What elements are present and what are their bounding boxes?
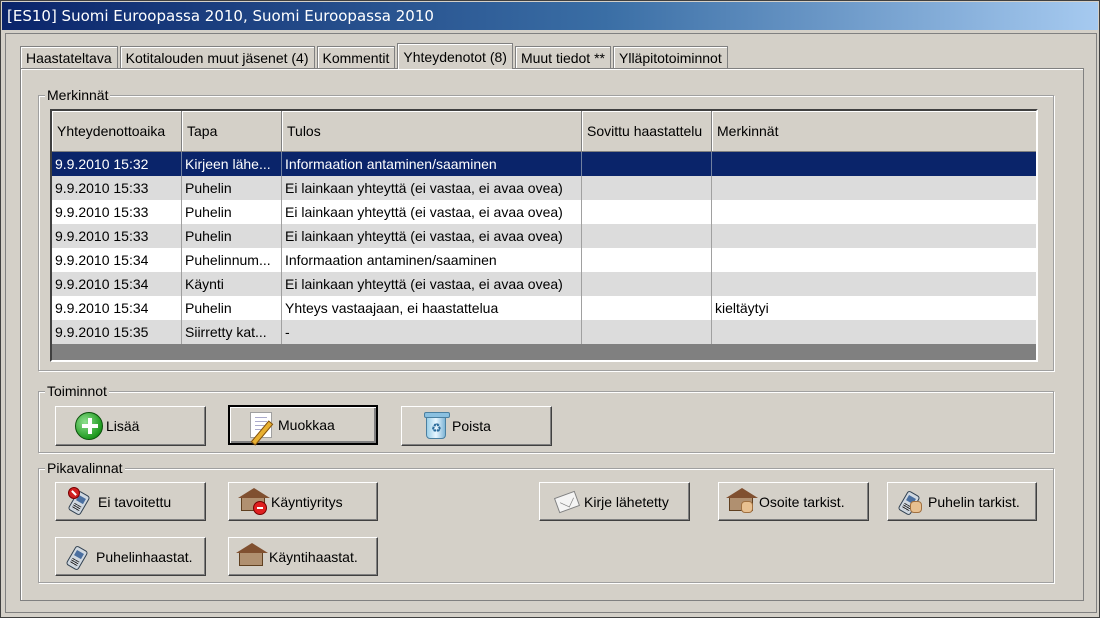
table-row[interactable]: 9.9.2010 15:35 Siirretty kat... - (52, 320, 1036, 344)
main-window: [ES10] Suomi Euroopassa 2010, Suomi Euro… (0, 0, 1100, 618)
cell-result: Ei lainkaan yhteyttä (ei vastaa, ei avaa… (282, 200, 582, 224)
table-row[interactable]: 9.9.2010 15:34 Puhelin Yhteys vastaajaan… (52, 296, 1036, 320)
puhelinhaastat-label: Puhelinhaastat. (96, 548, 193, 565)
cell-result: Ei lainkaan yhteyttä (ei vastaa, ei avaa… (282, 224, 582, 248)
column-header-sovittu-haastattelu[interactable]: Sovittu haastattelu (582, 111, 712, 151)
cell-appointment (582, 296, 712, 320)
cell-time: 9.9.2010 15:33 (52, 224, 182, 248)
cell-appointment (582, 224, 712, 248)
cell-result: Ei lainkaan yhteyttä (ei vastaa, ei avaa… (282, 272, 582, 296)
phone-icon (64, 542, 94, 572)
cell-notes (712, 224, 1036, 248)
cell-time: 9.9.2010 15:34 (52, 296, 182, 320)
column-header-tulos[interactable]: Tulos (282, 111, 582, 151)
delete-button-label: Poista (452, 418, 491, 434)
kayntiyritys-button[interactable]: Käyntiyritys (228, 482, 378, 521)
cell-method: Puhelin (182, 176, 282, 200)
tab-kommentit[interactable]: Kommentit (316, 46, 396, 69)
pikavalinnat-group-label: Pikavalinnat (45, 460, 125, 476)
cell-time: 9.9.2010 15:34 (52, 272, 182, 296)
cell-method: Käynti (182, 272, 282, 296)
puhelin-tarkist-label: Puhelin tarkist. (928, 493, 1020, 510)
kirje-lahetetty-label: Kirje lähetetty (584, 493, 669, 510)
cell-time: 9.9.2010 15:32 (52, 152, 182, 176)
cell-notes (712, 248, 1036, 272)
table-row[interactable]: 9.9.2010 15:33 Puhelin Ei lainkaan yhtey… (52, 224, 1036, 248)
add-icon (74, 411, 104, 441)
osoite-tarkist-button[interactable]: Osoite tarkist. (718, 482, 869, 521)
add-button[interactable]: Lisää (55, 406, 206, 446)
puhelinhaastat-button[interactable]: Puhelinhaastat. (55, 537, 206, 576)
cell-appointment (582, 200, 712, 224)
house-icon (236, 542, 268, 572)
osoite-tarkist-label: Osoite tarkist. (759, 493, 845, 510)
kayntiyritys-label: Käyntiyritys (271, 493, 343, 510)
cell-appointment (582, 176, 712, 200)
cell-notes (712, 272, 1036, 296)
toiminnot-group-label: Toiminnot (45, 383, 109, 399)
cell-result: Yhteys vastaajaan, ei haastattelua (282, 296, 582, 320)
table-row[interactable]: 9.9.2010 15:34 Käynti Ei lainkaan yhteyt… (52, 272, 1036, 296)
merkinnat-group-label: Merkinnät (45, 87, 111, 103)
ei-tavoitettu-label: Ei tavoitettu (98, 493, 172, 510)
contacts-grid[interactable]: Yhteydenottoaika Tapa Tulos Sovittu haas… (50, 109, 1038, 362)
cell-notes (712, 320, 1036, 344)
table-row[interactable]: 9.9.2010 15:32 Kirjeen lähe... Informaat… (52, 152, 1036, 176)
envelope-icon (552, 487, 582, 517)
phone-unreachable-icon (66, 486, 96, 517)
cell-time: 9.9.2010 15:34 (52, 248, 182, 272)
ei-tavoitettu-button[interactable]: Ei tavoitettu (55, 482, 206, 521)
house-attempt-icon (238, 487, 270, 517)
table-row[interactable]: 9.9.2010 15:33 Puhelin Ei lainkaan yhtey… (52, 176, 1036, 200)
cell-method: Puhelin (182, 224, 282, 248)
cell-notes (712, 200, 1036, 224)
puhelin-tarkist-button[interactable]: Puhelin tarkist. (887, 482, 1037, 521)
tab-yllapitotoiminnot[interactable]: Ylläpitotoiminnot (613, 46, 728, 69)
kirje-lahetetty-button[interactable]: Kirje lähetetty (539, 482, 690, 521)
edit-button-label: Muokkaa (278, 417, 335, 433)
cell-appointment (582, 248, 712, 272)
add-button-label: Lisää (106, 418, 140, 434)
cell-method: Puhelinnum... (182, 248, 282, 272)
cell-appointment (582, 320, 712, 344)
table-row[interactable]: 9.9.2010 15:33 Puhelin Ei lainkaan yhtey… (52, 200, 1036, 224)
recycle-bin-icon (420, 411, 450, 441)
grid-header: Yhteydenottoaika Tapa Tulos Sovittu haas… (52, 111, 1036, 152)
window-title[interactable]: [ES10] Suomi Euroopassa 2010, Suomi Euro… (2, 2, 1098, 30)
cell-notes (712, 152, 1036, 176)
house-check-icon (726, 487, 758, 517)
edit-note-icon (246, 410, 276, 440)
tab-kotitalouden-muut-jasenet[interactable]: Kotitalouden muut jäsenet (4) (119, 46, 315, 69)
cell-method: Siirretty kat... (182, 320, 282, 344)
cell-result: Informaation antaminen/saaminen (282, 248, 582, 272)
kayntihaastat-label: Käyntihaastat. (269, 548, 358, 565)
tab-yhteydenotot[interactable]: Yhteydenotot (8) (397, 43, 513, 69)
kayntihaastat-button[interactable]: Käyntihaastat. (228, 537, 378, 576)
cell-time: 9.9.2010 15:33 (52, 200, 182, 224)
cell-result: Informaation antaminen/saaminen (282, 152, 582, 176)
tab-strip: Haastateltava Kotitalouden muut jäsenet … (20, 43, 730, 69)
cell-result: - (282, 320, 582, 344)
phone-check-icon (896, 487, 926, 517)
cell-result: Ei lainkaan yhteyttä (ei vastaa, ei avaa… (282, 176, 582, 200)
cell-notes (712, 176, 1036, 200)
cell-method: Puhelin (182, 200, 282, 224)
cell-method: Puhelin (182, 296, 282, 320)
delete-button[interactable]: Poista (401, 406, 552, 446)
tab-haastateltava[interactable]: Haastateltava (20, 46, 118, 69)
cell-time: 9.9.2010 15:33 (52, 176, 182, 200)
cell-appointment (582, 272, 712, 296)
edit-button[interactable]: Muokkaa (228, 405, 378, 445)
cell-notes: kieltäytyi (715, 300, 769, 316)
column-header-merkinnat[interactable]: Merkinnät (712, 111, 1036, 151)
column-header-tapa[interactable]: Tapa (182, 111, 282, 151)
cell-appointment (582, 152, 712, 176)
column-header-yhteydenottoaika[interactable]: Yhteydenottoaika (52, 111, 182, 151)
table-row[interactable]: 9.9.2010 15:34 Puhelinnum... Informaatio… (52, 248, 1036, 272)
tab-muut-tiedot[interactable]: Muut tiedot ** (514, 46, 611, 69)
cell-method: Kirjeen lähe... (182, 152, 282, 176)
cell-time: 9.9.2010 15:35 (52, 320, 182, 344)
